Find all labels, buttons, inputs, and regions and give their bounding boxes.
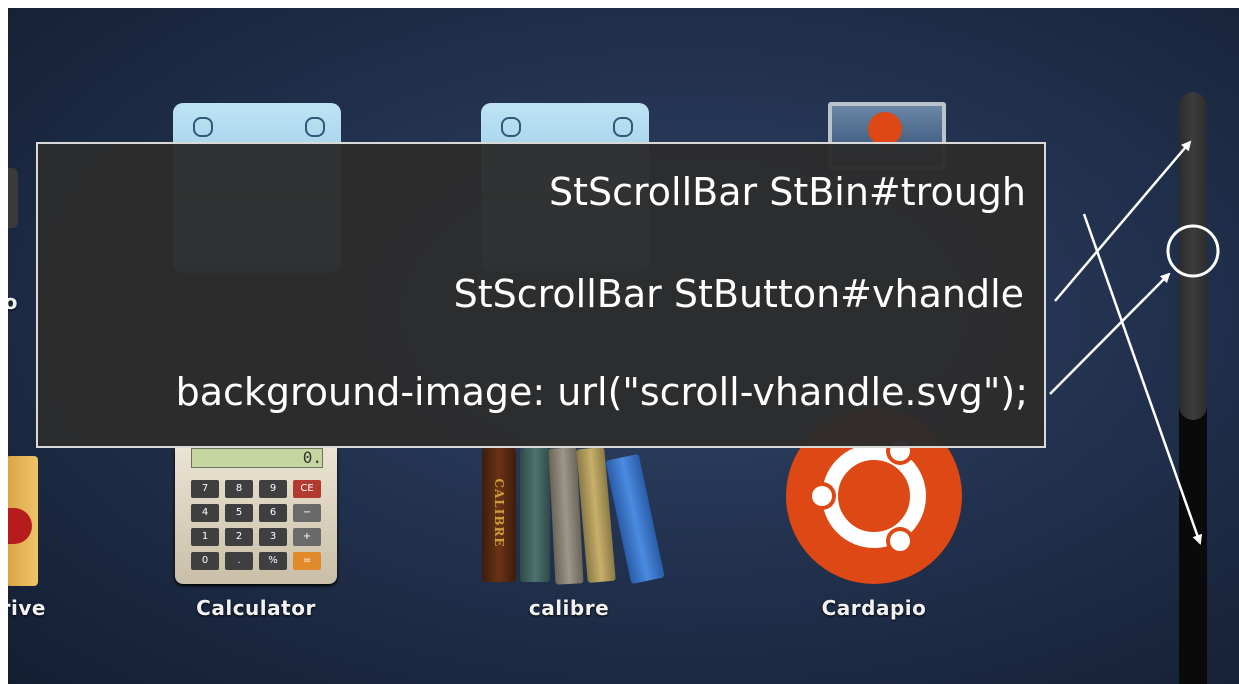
annotation-arrows	[1049, 140, 1220, 545]
app-grid-view: co rive 0. 789CE456−123+0.%=	[8, 8, 1239, 684]
arrow-to-vhandle	[1049, 272, 1171, 395]
arrow-to-trough-bottom	[1082, 213, 1203, 545]
vhandle-marker-circle	[1166, 224, 1220, 278]
arrow-to-trough-top	[1054, 140, 1192, 302]
